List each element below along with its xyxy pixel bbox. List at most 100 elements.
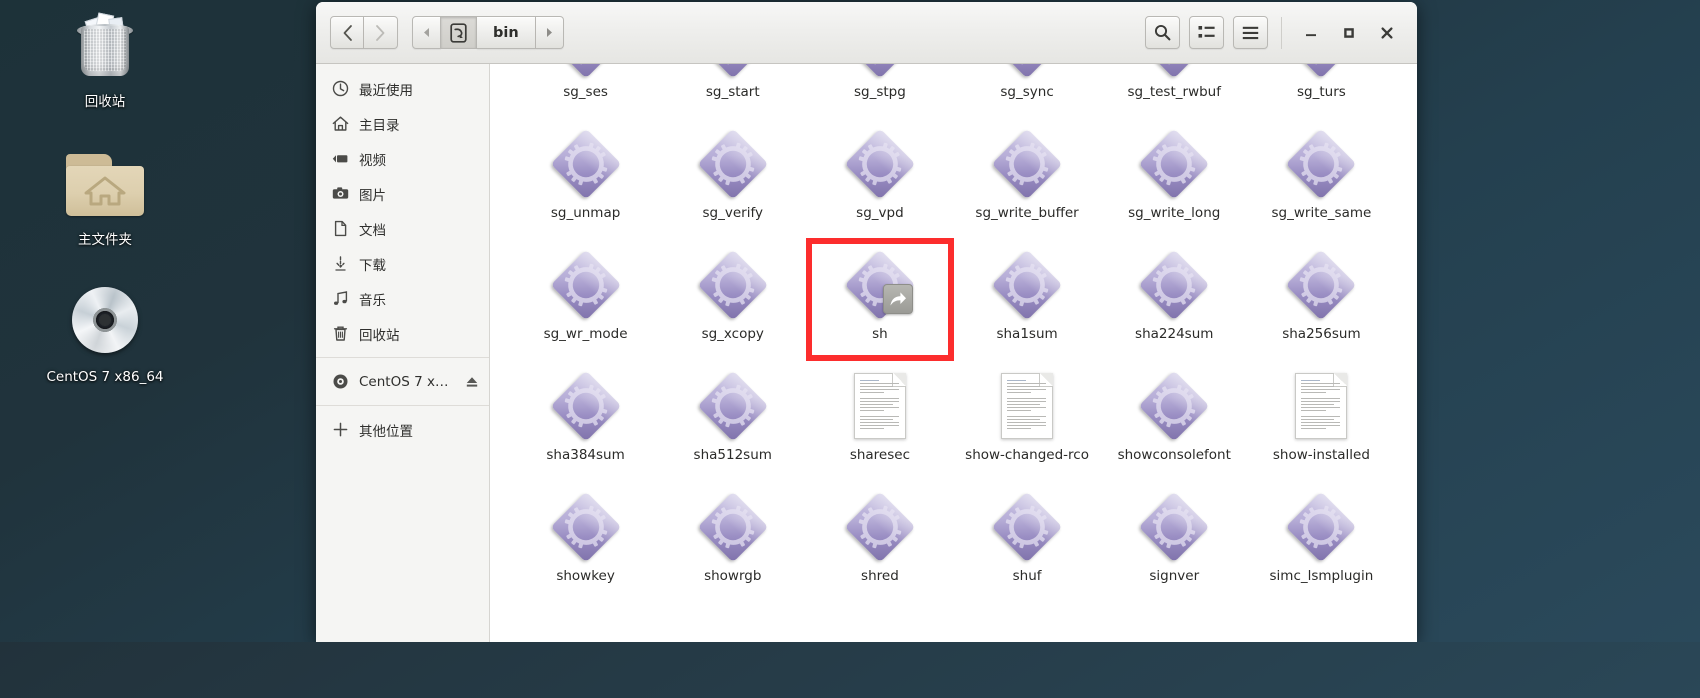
file-item[interactable]: show-changed-rco xyxy=(954,361,1101,482)
breadcrumb-current-folder[interactable]: bin xyxy=(477,16,536,49)
file-item[interactable]: sha1sum xyxy=(954,240,1101,361)
desktop: 回收站 主文件夹 CentOS 7 x86_64 xyxy=(0,0,300,698)
desktop-icon-home[interactable]: 主文件夹 xyxy=(30,148,180,248)
file-item[interactable]: sha512sum xyxy=(659,361,806,482)
search-button[interactable] xyxy=(1145,16,1180,49)
file-item[interactable]: sg_xcopy xyxy=(659,240,806,361)
file-item[interactable]: show-installed xyxy=(1248,361,1395,482)
file-item-label: showkey xyxy=(556,568,615,584)
file-item[interactable]: sg_unmap xyxy=(512,119,659,240)
desktop-icon-optical-disc[interactable]: CentOS 7 x86_64 xyxy=(30,285,180,385)
view-toggle-button[interactable] xyxy=(1189,16,1224,49)
forward-button[interactable] xyxy=(364,16,398,49)
file-item-label: sg_verify xyxy=(702,205,763,221)
home-folder-icon xyxy=(30,148,180,226)
sidebar-item-label: 视频 xyxy=(359,152,386,169)
sidebar-item-music[interactable]: 音乐 xyxy=(316,281,489,316)
file-item[interactable]: sha224sum xyxy=(1101,240,1248,361)
file-item[interactable]: shred xyxy=(806,482,953,603)
file-item[interactable]: sg_verify xyxy=(659,119,806,240)
executable-file-icon xyxy=(1284,64,1358,80)
sidebar-item-trash[interactable]: 回收站 xyxy=(316,316,489,351)
file-item[interactable]: signver xyxy=(1101,482,1248,603)
sidebar-item-pictures[interactable]: 图片 xyxy=(316,176,489,211)
file-item[interactable]: showconsolefont xyxy=(1101,361,1248,482)
file-item[interactable]: sh xyxy=(806,240,953,361)
sidebar-item-label: 其他位置 xyxy=(359,423,413,440)
toolbar-buttons xyxy=(1145,16,1268,49)
path-scroll-right-button[interactable] xyxy=(535,16,564,49)
file-item-label: show-changed-rco xyxy=(965,447,1089,463)
executable-file-icon xyxy=(1137,369,1211,443)
file-item[interactable]: sg_turs xyxy=(1248,64,1395,119)
file-item[interactable]: showkey xyxy=(512,482,659,603)
maximize-icon xyxy=(1344,27,1354,38)
file-item[interactable]: sha256sum xyxy=(1248,240,1395,361)
optical-disc-icon xyxy=(332,373,349,390)
file-item[interactable]: sg_test_rwbuf xyxy=(1101,64,1248,119)
navigation-buttons xyxy=(330,16,398,49)
window-body: 最近使用 主目录 视频 图片 文档 下载 音乐 回收站 CentOS 7 x… … xyxy=(316,64,1417,642)
trash-icon xyxy=(332,325,349,342)
document-file-icon xyxy=(843,369,917,443)
sidebar-item-videos[interactable]: 视频 xyxy=(316,141,489,176)
file-item-label: showconsolefont xyxy=(1117,447,1231,463)
list-view-icon xyxy=(1198,26,1215,38)
sidebar-item-centos-disc[interactable]: CentOS 7 x… xyxy=(316,364,489,399)
desktop-icon-trash[interactable]: 回收站 xyxy=(30,10,180,110)
executable-file-icon xyxy=(696,64,770,80)
file-item[interactable]: sg_write_same xyxy=(1248,119,1395,240)
file-item-label: sg_xcopy xyxy=(701,326,764,342)
breadcrumb-filesystem-button[interactable] xyxy=(441,16,477,49)
sidebar-item-home[interactable]: 主目录 xyxy=(316,106,489,141)
sidebar: 最近使用 主目录 视频 图片 文档 下载 音乐 回收站 CentOS 7 x… … xyxy=(316,64,490,642)
file-item[interactable]: sg_wr_mode xyxy=(512,240,659,361)
file-item[interactable]: sg_write_buffer xyxy=(954,119,1101,240)
sidebar-item-recent[interactable]: 最近使用 xyxy=(316,71,489,106)
video-icon xyxy=(332,150,349,167)
clock-icon xyxy=(332,80,349,97)
sidebar-item-documents[interactable]: 文档 xyxy=(316,211,489,246)
hamburger-menu-icon xyxy=(1242,26,1259,39)
eject-icon[interactable] xyxy=(465,375,479,389)
file-item-label: shuf xyxy=(1012,568,1042,584)
path-scroll-left-button[interactable] xyxy=(412,16,441,49)
executable-file-icon xyxy=(1137,248,1211,322)
file-item[interactable]: showrgb xyxy=(659,482,806,603)
maximize-button[interactable] xyxy=(1330,13,1368,53)
document-icon xyxy=(332,220,349,237)
file-item[interactable]: simc_lsmplugin xyxy=(1248,482,1395,603)
file-item[interactable]: sharesec xyxy=(806,361,953,482)
file-item[interactable]: sg_start xyxy=(659,64,806,119)
executable-file-icon xyxy=(990,490,1064,564)
close-button[interactable] xyxy=(1368,13,1406,53)
document-file-icon xyxy=(1284,369,1358,443)
sidebar-divider xyxy=(316,405,489,406)
back-button[interactable] xyxy=(330,16,364,49)
executable-file-icon xyxy=(549,369,623,443)
file-item-label: sg_test_rwbuf xyxy=(1127,84,1221,100)
file-grid-view[interactable]: sg_ses sg_start sg_stpg sg_sync sg_test_… xyxy=(490,64,1417,642)
menu-button[interactable] xyxy=(1233,16,1268,49)
file-item-label: sg_start xyxy=(705,84,760,100)
desktop-bottom-area xyxy=(0,642,1700,698)
executable-file-icon xyxy=(1284,490,1358,564)
file-item[interactable]: shuf xyxy=(954,482,1101,603)
executable-file-icon xyxy=(696,127,770,201)
file-item[interactable]: sg_write_long xyxy=(1101,119,1248,240)
executable-file-icon xyxy=(1137,490,1211,564)
file-item[interactable]: sg_ses xyxy=(512,64,659,119)
file-item[interactable]: sha384sum xyxy=(512,361,659,482)
executable-file-icon xyxy=(1137,64,1211,80)
sidebar-divider xyxy=(316,357,489,358)
trash-icon xyxy=(30,10,180,88)
sidebar-item-other-locations[interactable]: 其他位置 xyxy=(316,412,489,447)
minimize-button[interactable] xyxy=(1292,13,1330,53)
file-item[interactable]: sg_stpg xyxy=(806,64,953,119)
file-item[interactable]: sg_vpd xyxy=(806,119,953,240)
file-item[interactable]: sg_sync xyxy=(954,64,1101,119)
desktop-icon-label: CentOS 7 x86_64 xyxy=(46,369,164,385)
file-item-label: showrgb xyxy=(704,568,762,584)
sidebar-item-downloads[interactable]: 下载 xyxy=(316,246,489,281)
music-icon xyxy=(332,290,349,307)
